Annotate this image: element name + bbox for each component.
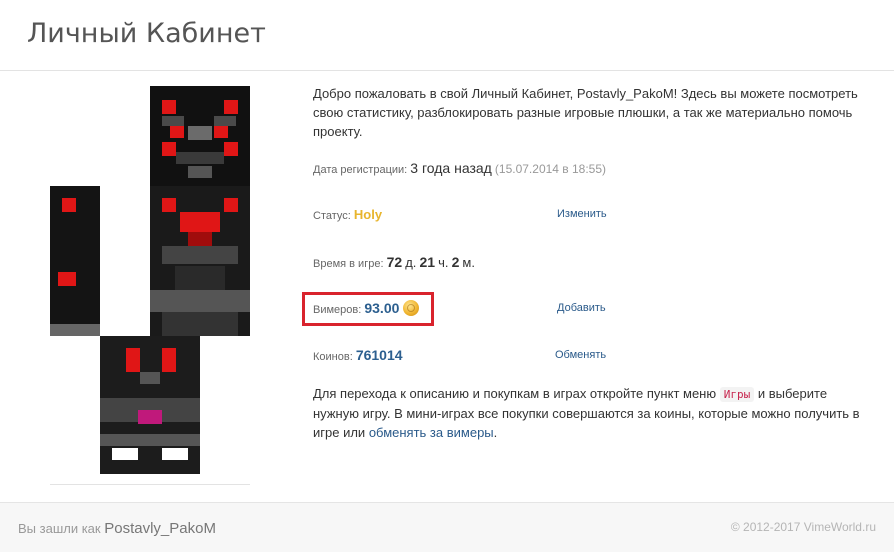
footer-username: Postavly_PakoM	[104, 520, 216, 537]
games-menu-tag: Игры	[719, 387, 755, 402]
coins-value: 761014	[355, 347, 403, 363]
player-skin-avatar	[50, 86, 250, 474]
exchange-for-vimers-link[interactable]: обменять за вимеры	[369, 425, 494, 440]
playtime-minutes-unit: м.	[462, 255, 475, 270]
registration-label: Дата регистрации:	[313, 164, 408, 176]
playtime-label: Время в игре:	[313, 258, 384, 270]
registration-date: (15.07.2014 в 18:55)	[494, 162, 607, 176]
header-divider	[0, 70, 894, 71]
playtime-days: 72	[386, 254, 403, 270]
gold-coin-icon	[403, 300, 420, 316]
coins-label: Коинов:	[313, 351, 353, 363]
playtime-hours-unit: ч.	[438, 255, 449, 270]
status-row: Статус: Holy	[313, 207, 382, 222]
playtime-minutes: 2	[451, 254, 460, 270]
registration-row: Дата регистрации: 3 года назад (15.07.20…	[313, 160, 606, 176]
playtime-days-unit: д.	[405, 255, 417, 270]
add-vimers-link[interactable]: Добавить	[557, 302, 606, 314]
status-value: Holy	[353, 207, 383, 222]
playtime-row: Время в игре: 72 д. 21 ч. 2 м.	[313, 254, 475, 270]
footer-logged-as: Вы зашли как	[18, 521, 101, 536]
welcome-text: Добро пожаловать в свой Личный Кабинет, …	[313, 86, 858, 139]
footer: Вы зашли как Postavly_PakoM © 2012-2017 …	[0, 502, 894, 552]
skin-divider	[50, 484, 250, 485]
change-status-link[interactable]: Изменить	[557, 208, 607, 220]
footer-copyright: © 2012-2017 VimeWorld.ru	[730, 520, 876, 534]
info-text-end: .	[493, 425, 498, 440]
vimers-label: Вимеров:	[313, 304, 362, 316]
footer-login-info: Вы зашли как Postavly_PakoM	[18, 520, 216, 537]
info-text: Для перехода к описанию и покупкам в игр…	[313, 384, 873, 442]
coins-row: Коинов: 761014	[313, 347, 403, 363]
skin-image	[50, 86, 250, 474]
playtime-hours: 21	[419, 254, 436, 270]
vimers-row: Вимеров: 93.00	[313, 300, 420, 316]
exchange-coins-link[interactable]: Обменять	[555, 349, 606, 361]
registration-relative: 3 года назад	[410, 160, 492, 176]
page-title: Личный Кабинет	[27, 18, 266, 49]
info-text-before: Для перехода к описанию и покупкам в игр…	[313, 386, 717, 401]
welcome-block: Добро пожаловать в свой Личный Кабинет, …	[313, 84, 873, 141]
status-label: Статус:	[313, 210, 351, 222]
vimers-value: 93.00	[364, 300, 400, 316]
